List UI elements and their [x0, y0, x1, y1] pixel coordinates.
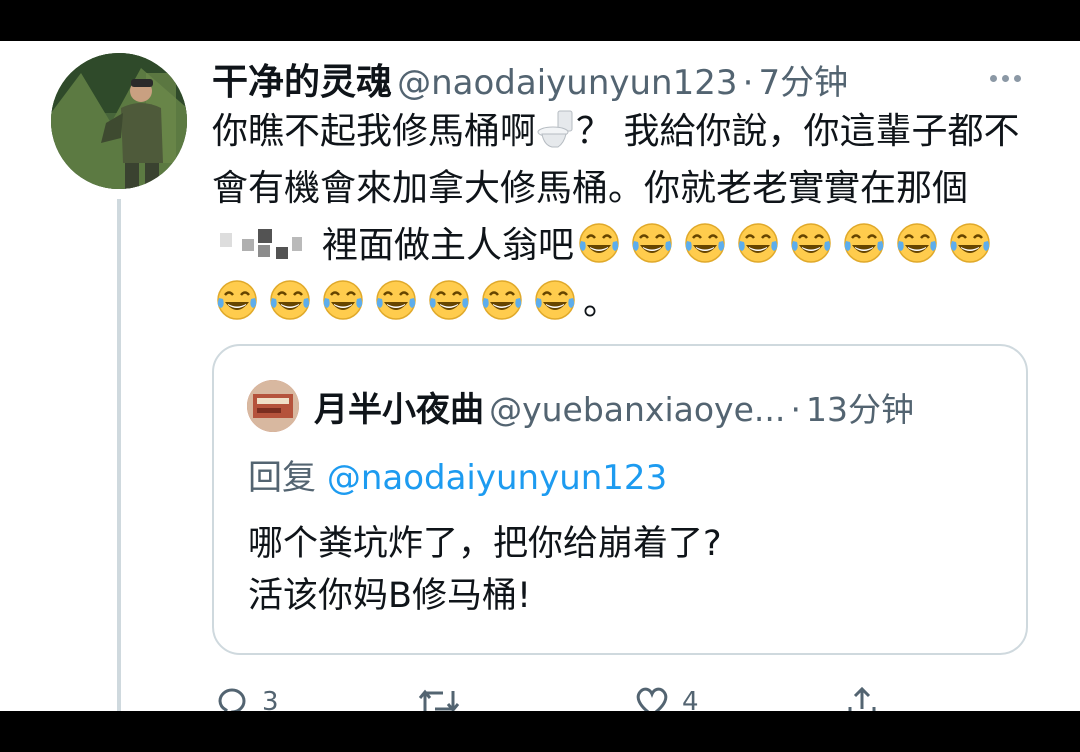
replying-to: 回复 @naodaiyunyun123	[248, 450, 667, 499]
tears-of-joy-emoji-icon	[842, 221, 886, 265]
quoted-text-line2: 活该你妈B修马桶!	[248, 576, 532, 616]
like-count: 4	[682, 687, 699, 711]
retweet-icon	[418, 689, 460, 711]
tears-of-joy-emoji-icon	[533, 278, 577, 322]
tweet-text-end: 。	[583, 282, 620, 323]
tweet-action-bar: 3 4	[212, 681, 912, 711]
tears-of-joy-emoji-icon	[895, 221, 939, 265]
quoted-author-handle[interactable]: @yuebanxiaoye...	[489, 390, 785, 429]
tears-of-joy-emoji-icon	[427, 278, 471, 322]
tweet-text: 你瞧不起我修馬桶啊？ 我給你說，你這輩子都不會有機會來加拿大修馬桶。你就老老實實…	[212, 103, 1032, 331]
tears-of-joy-emoji-icon	[630, 221, 674, 265]
tears-of-joy-emoji-icon	[321, 278, 365, 322]
bottom-letterbox-bar	[0, 711, 1080, 752]
separator-dot: ·	[742, 63, 754, 103]
tears-of-joy-emoji-icon	[789, 221, 833, 265]
quoted-tweet-card[interactable]: 月半小夜曲 @yuebanxiaoye... · 13分钟 回复 @naodai…	[212, 344, 1028, 655]
tweet-screenshot: 干净的灵魂 @naodaiyunyun123 · 7分钟 你瞧不起我修馬桶啊？ …	[0, 41, 1080, 711]
quoted-text-line1: 哪个粪坑炸了，把你给崩着了?	[248, 524, 722, 564]
tweet-timestamp[interactable]: 7分钟	[759, 63, 849, 103]
reply-mention-link[interactable]: @naodaiyunyun123	[327, 458, 667, 498]
author-name[interactable]: 干净的灵魂	[212, 62, 392, 103]
reply-icon	[218, 688, 246, 711]
quoted-author-avatar[interactable]	[247, 380, 299, 432]
tweet-text-part1: 你瞧不起我修馬桶啊	[212, 111, 537, 152]
quoted-tweet-header: 月半小夜曲 @yuebanxiaoye... · 13分钟	[314, 382, 914, 431]
retweet-button[interactable]	[417, 681, 461, 711]
tears-of-joy-emoji-icon	[480, 278, 524, 322]
tears-of-joy-emoji-icon	[948, 221, 992, 265]
tears-of-joy-emoji-icon	[215, 278, 259, 322]
tweet-text-part3: 裡面做主人翁吧	[322, 225, 575, 266]
like-icon	[636, 687, 668, 711]
tears-of-joy-emoji-icon	[683, 221, 727, 265]
quoted-author-name[interactable]: 月半小夜曲	[314, 390, 484, 430]
tweet-header: 干净的灵魂 @naodaiyunyun123 · 7分钟	[212, 53, 848, 103]
tears-of-joy-emoji-icon	[577, 221, 621, 265]
tears-of-joy-emoji-icon	[736, 221, 780, 265]
share-icon	[848, 686, 876, 711]
reply-prefix: 回复	[248, 458, 316, 498]
tears-of-joy-emoji-icon	[268, 278, 312, 322]
tears-of-joy-emoji-icon	[374, 278, 418, 322]
censored-mosaic	[212, 223, 322, 263]
reply-count: 3	[262, 687, 279, 711]
toilet-emoji-icon	[536, 107, 576, 151]
share-button[interactable]	[842, 681, 882, 711]
quoted-tweet-text: 哪个粪坑炸了，把你给崩着了? 活该你妈B修马桶!	[248, 518, 988, 622]
author-handle[interactable]: @naodaiyunyun123	[397, 63, 737, 103]
quoted-timestamp[interactable]: 13分钟	[806, 390, 914, 429]
author-avatar[interactable]	[51, 53, 187, 189]
quoted-separator-dot: ·	[790, 390, 801, 429]
more-options-icon[interactable]	[990, 67, 1030, 82]
reply-button[interactable]: 3	[212, 681, 279, 711]
thread-connector-line	[117, 199, 121, 711]
top-letterbox-bar	[0, 0, 1080, 41]
like-button[interactable]: 4	[632, 681, 699, 711]
